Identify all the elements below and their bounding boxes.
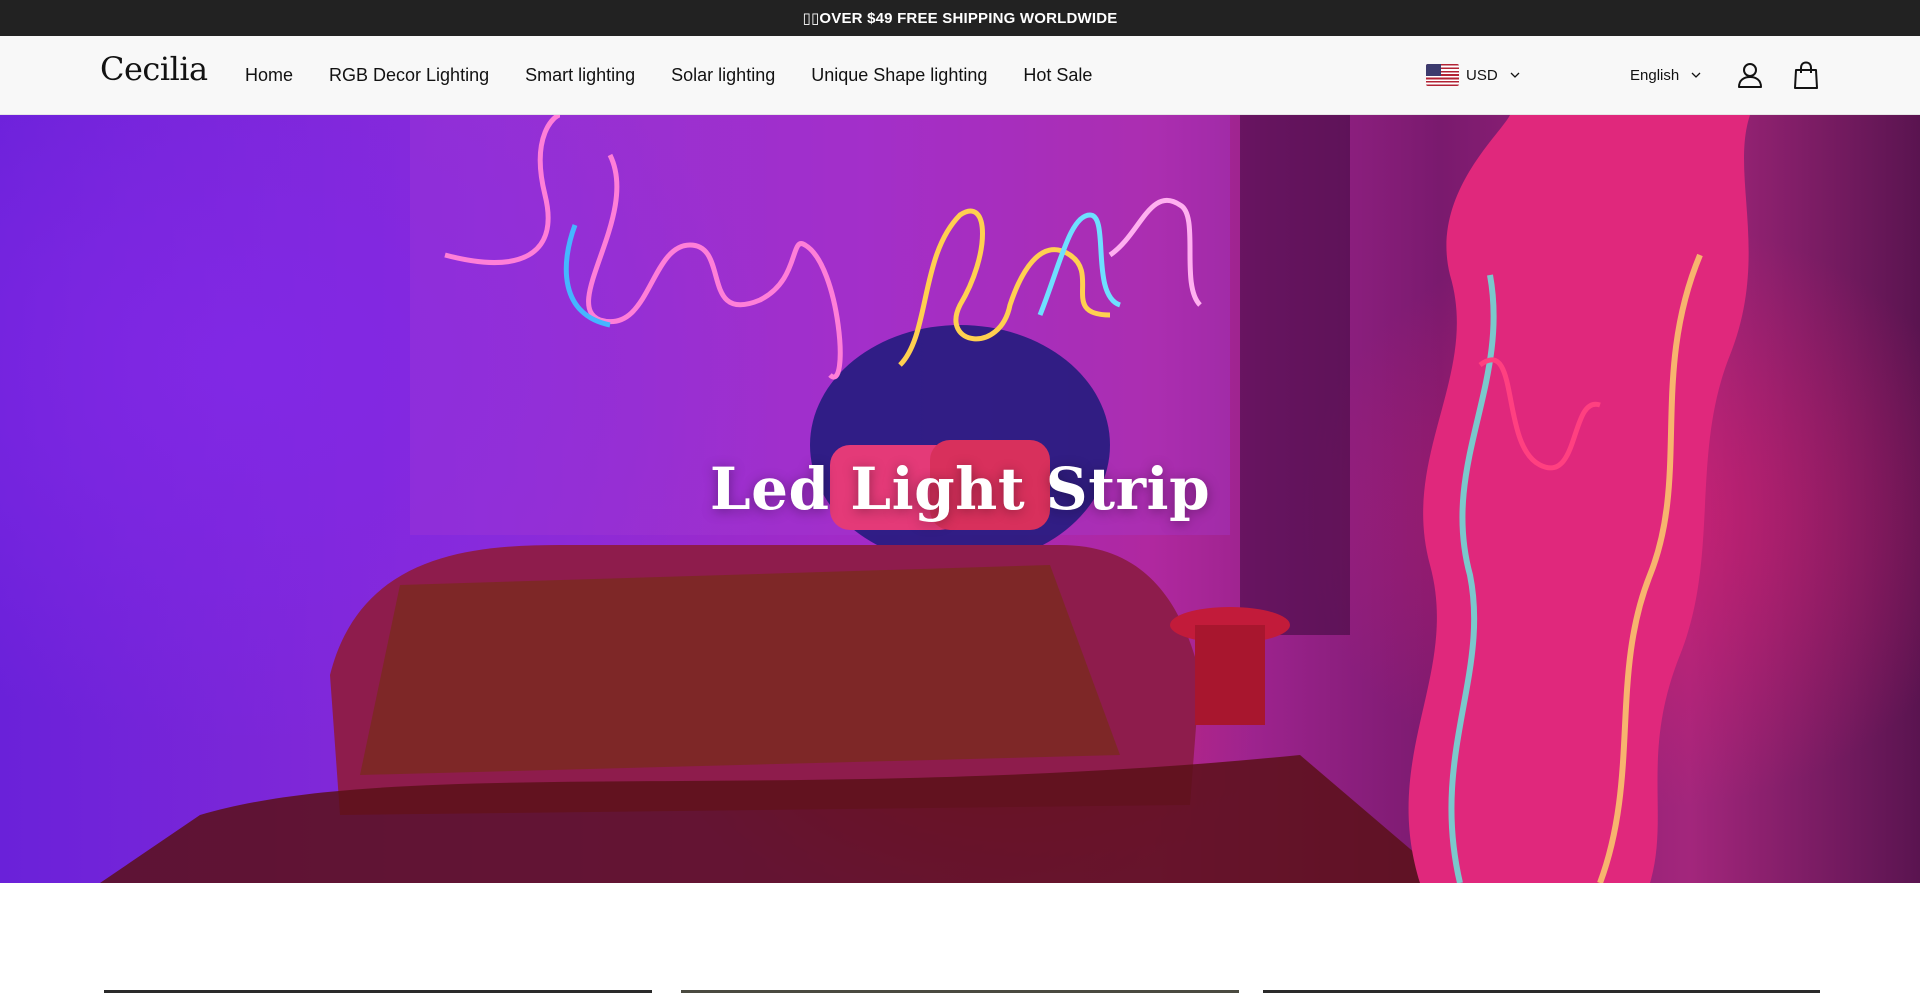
nav-link-home[interactable]: Home [245,65,293,86]
store-logo[interactable]: Cecilia [100,50,208,88]
nav-link-solar-lighting[interactable]: Solar lighting [671,65,775,86]
hero-title: Led Light Strip [709,455,1211,523]
site-header: Cecilia Home RGB Decor Lighting Smart li… [0,36,1920,115]
nav-link-smart-lighting[interactable]: Smart lighting [525,65,635,86]
cart-icon[interactable] [1791,60,1821,90]
nav-link-rgb-decor-lighting[interactable]: RGB Decor Lighting [329,65,489,86]
currency-selector[interactable]: USD [1426,63,1520,87]
hero-banner[interactable]: Led Light Strip [0,115,1920,883]
main-navigation: Home RGB Decor Lighting Smart lighting S… [245,36,1128,115]
announcement-bar: ▯▯OVER $49 FREE SHIPPING WORLDWIDE [0,0,1920,36]
language-selector[interactable]: English [1630,63,1701,87]
language-label: English [1630,66,1680,84]
nav-link-hot-sale[interactable]: Hot Sale [1023,65,1092,86]
chevron-down-icon [1691,72,1701,78]
announcement-text: ▯▯OVER $49 FREE SHIPPING WORLDWIDE [802,10,1118,27]
chevron-down-icon [1510,72,1520,78]
nav-link-unique-shape-lighting[interactable]: Unique Shape lighting [811,65,987,86]
currency-code: USD [1466,66,1498,84]
account-icon[interactable] [1735,60,1765,90]
us-flag-icon [1426,64,1459,86]
